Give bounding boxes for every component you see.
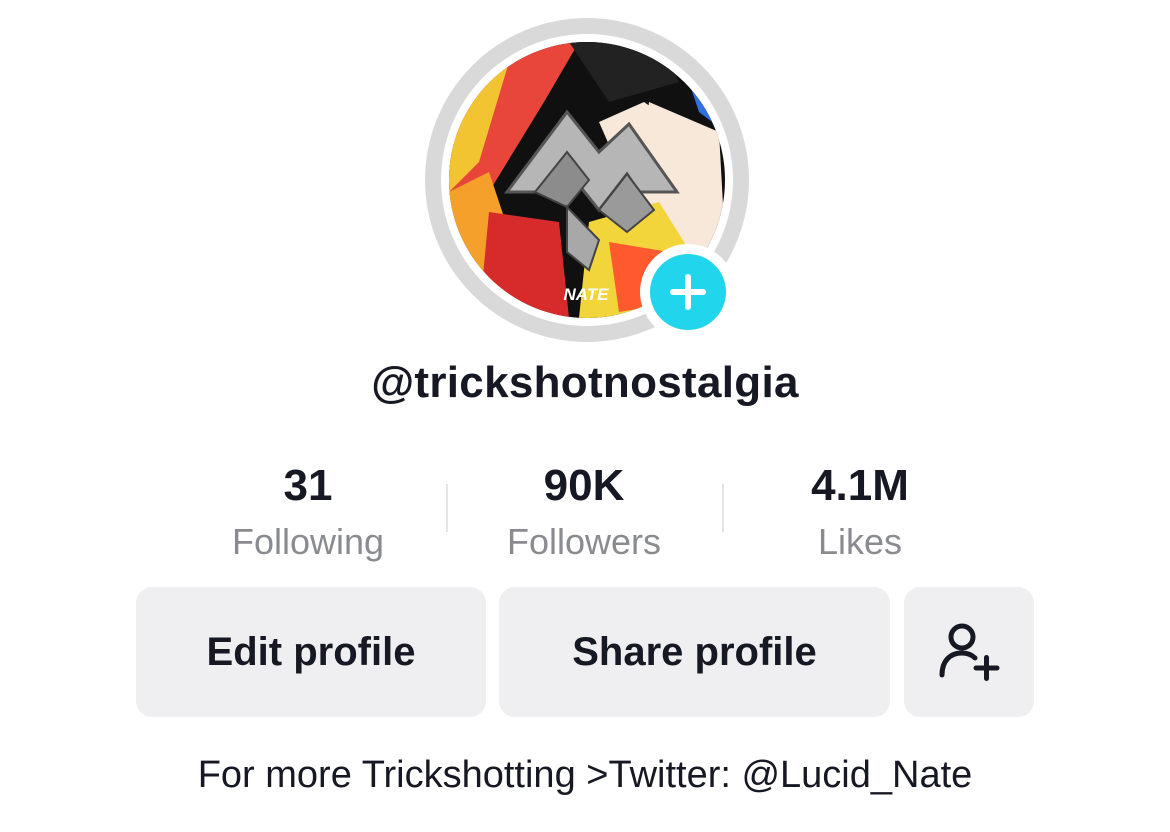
likes-count: 4.1M: [811, 461, 909, 510]
following-label: Following: [231, 521, 385, 562]
stats-divider: [722, 484, 724, 532]
bio-text: For more Trickshotting >Twitter: @Lucid_…: [197, 754, 973, 796]
username: @trickshotnostalgia: [371, 358, 799, 407]
stats-divider: [446, 484, 448, 532]
add-user-icon: [939, 623, 1000, 681]
stat-followers[interactable]: 90K Followers: [464, 458, 704, 566]
avatar-watermark: NATE: [563, 285, 609, 304]
followers-label: Followers: [506, 521, 662, 562]
plus-icon: [670, 274, 706, 310]
add-friends-button[interactable]: [904, 587, 1034, 717]
stat-following[interactable]: 31 Following: [188, 458, 428, 566]
followers-count: 90K: [543, 461, 625, 510]
add-avatar-button[interactable]: [640, 244, 736, 340]
likes-label: Likes: [817, 521, 903, 562]
following-count: 31: [283, 461, 333, 510]
share-profile-button[interactable]: Share profile: [499, 587, 890, 717]
stat-likes[interactable]: 4.1M Likes: [740, 458, 980, 566]
edit-profile-button[interactable]: Edit profile: [136, 587, 486, 717]
